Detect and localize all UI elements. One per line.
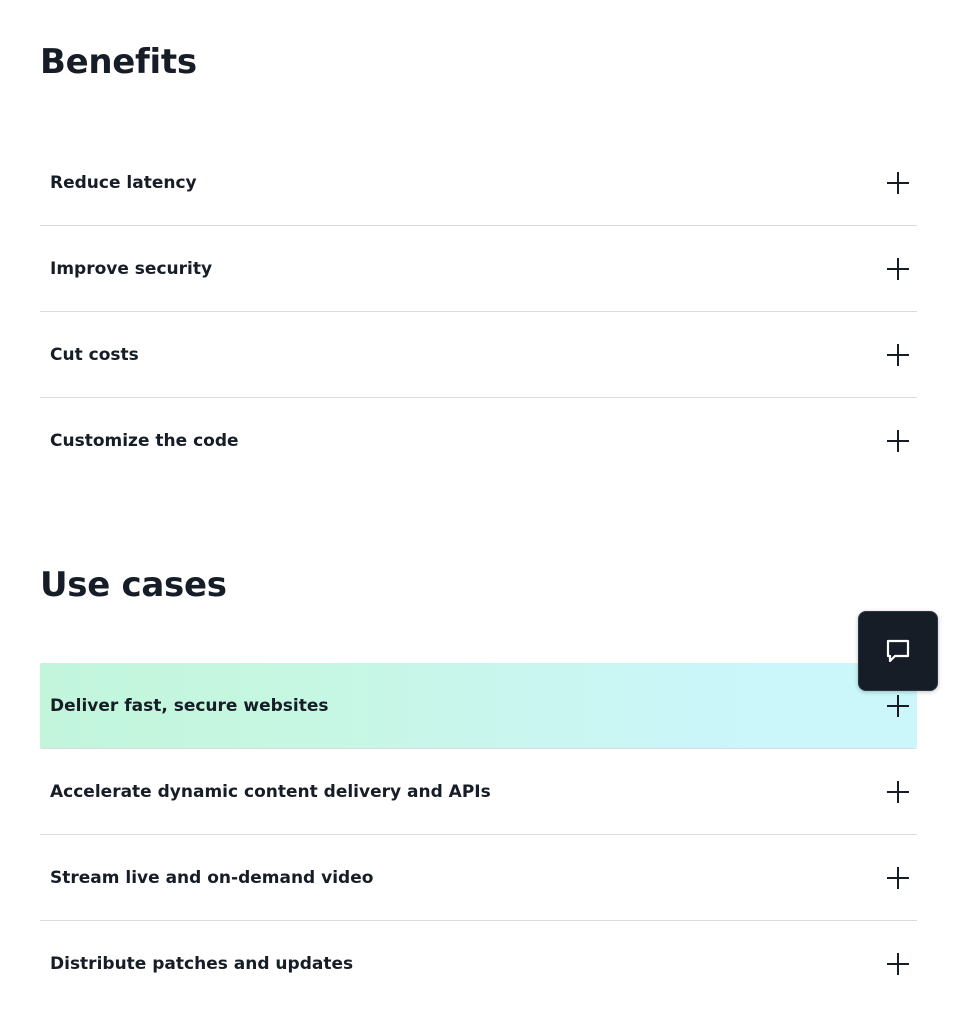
accordion-item-label: Customize the code: [50, 430, 239, 451]
plus-icon[interactable]: [887, 694, 909, 717]
benefits-section: Benefits: [40, 42, 917, 82]
accordion-item-deliver-websites[interactable]: Deliver fast, secure websites: [40, 663, 917, 749]
accordion-item-customize-code[interactable]: Customize the code: [40, 398, 917, 483]
accordion-item-label: Stream live and on-demand video: [50, 867, 374, 888]
accordion-item-cut-costs[interactable]: Cut costs: [40, 312, 917, 398]
plus-icon[interactable]: [887, 343, 909, 366]
plus-icon[interactable]: [887, 257, 909, 280]
accordion-item-label: Improve security: [50, 258, 213, 279]
use-cases-accordion: Deliver fast, secure websites Accelerate…: [40, 663, 917, 1006]
accordion-item-accelerate-dynamic-content[interactable]: Accelerate dynamic content delivery and …: [40, 749, 917, 835]
use-cases-section: Use cases: [40, 565, 917, 605]
accordion-item-label: Distribute patches and updates: [50, 953, 354, 974]
plus-icon[interactable]: [887, 429, 909, 452]
plus-icon[interactable]: [887, 952, 909, 975]
chat-bubble-icon: [886, 639, 910, 663]
accordion-item-label: Reduce latency: [50, 172, 197, 193]
accordion-item-stream-video[interactable]: Stream live and on-demand video: [40, 835, 917, 921]
use-cases-heading: Use cases: [40, 565, 227, 605]
accordion-item-label: Cut costs: [50, 344, 139, 365]
plus-icon[interactable]: [887, 866, 909, 889]
benefits-heading: Benefits: [40, 42, 197, 82]
accordion-item-label: Deliver fast, secure websites: [50, 695, 329, 716]
accordion-item-distribute-patches[interactable]: Distribute patches and updates: [40, 921, 917, 1006]
benefits-accordion: Reduce latency Improve security Cut cost…: [40, 140, 917, 483]
accordion-item-reduce-latency[interactable]: Reduce latency: [40, 140, 917, 226]
chat-button[interactable]: [858, 611, 938, 691]
plus-icon[interactable]: [887, 171, 909, 194]
plus-icon[interactable]: [887, 780, 909, 803]
accordion-item-label: Accelerate dynamic content delivery and …: [50, 781, 491, 802]
accordion-item-improve-security[interactable]: Improve security: [40, 226, 917, 312]
